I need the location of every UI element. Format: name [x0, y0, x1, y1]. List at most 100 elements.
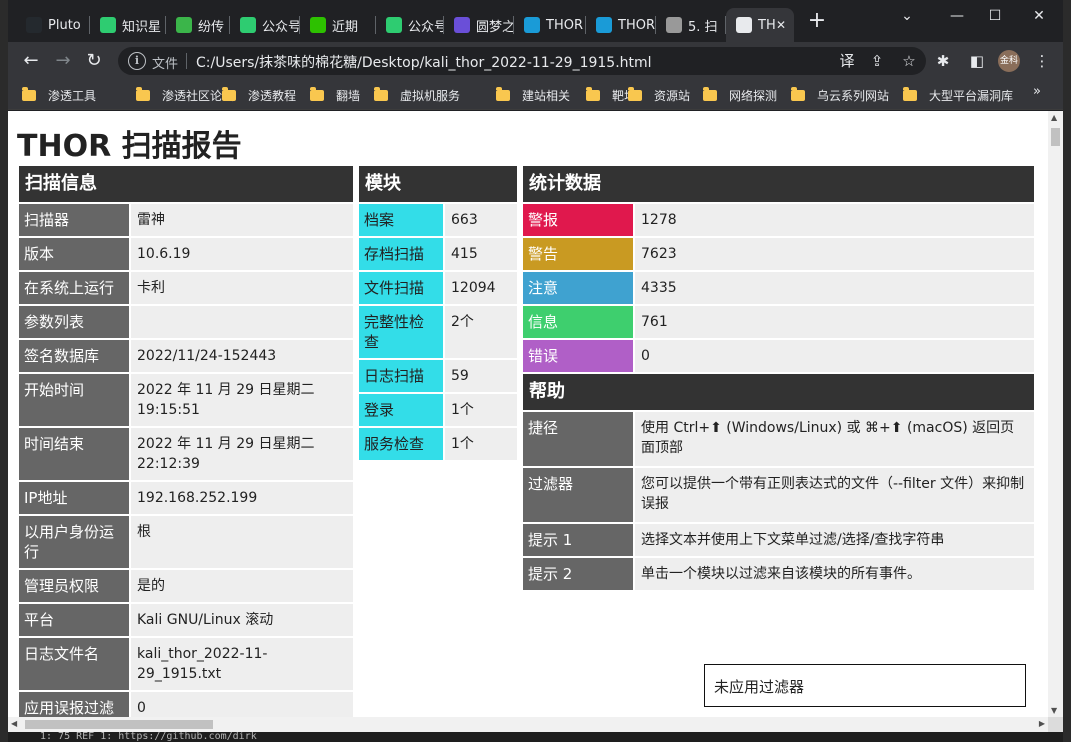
scan-info-value [131, 306, 353, 338]
browser-tab[interactable]: TH ✕ [726, 8, 794, 42]
scroll-thumb-horizontal[interactable] [25, 720, 213, 729]
tab-search-icon[interactable]: ⌄ [892, 6, 922, 26]
scroll-thumb[interactable] [1051, 128, 1060, 146]
module-name[interactable]: 日志扫描 [359, 360, 443, 392]
address-bar[interactable]: i 文件 C:/Users/抹茶味的棉花糖/Desktop/kali_thor_… [118, 47, 926, 75]
browser-tab[interactable]: THOR [514, 8, 586, 42]
browser-tab[interactable]: Pluto [16, 8, 90, 42]
maximize-button[interactable]: ☐ [980, 6, 1010, 26]
module-name[interactable]: 存档扫描 [359, 238, 443, 270]
scroll-down-icon[interactable]: ▼ [1051, 706, 1057, 715]
menu-icon[interactable]: ⋮ [1033, 52, 1051, 70]
divider [186, 53, 187, 69]
bookmark-item[interactable]: 渗透教程 [222, 85, 296, 105]
stat-level[interactable]: 注意 [523, 272, 633, 304]
browser-tab[interactable]: 圆梦之 [444, 8, 514, 42]
bookmark-item[interactable]: 建站相关 [496, 85, 570, 105]
browser-tab[interactable]: 5. 扫 [656, 8, 726, 42]
bookmark-item[interactable]: 虚拟机服务 [374, 85, 460, 105]
scan-info-key: 签名数据库 [19, 340, 129, 372]
url-text[interactable]: C:/Users/抹茶味的棉花糖/Desktop/kali_thor_2022-… [196, 52, 652, 72]
scan-info-row: IP地址 192.168.252.199 [19, 482, 353, 514]
module-name[interactable]: 完整性检查 [359, 306, 443, 358]
stat-level[interactable]: 错误 [523, 340, 633, 372]
horizontal-scrollbar[interactable]: ◀ ▶ [8, 717, 1048, 732]
translate-icon[interactable]: 译 [838, 52, 856, 70]
background-snippet: 1: 75 REF 1: https://github.com/dirk [40, 732, 257, 742]
scrollbar-corner [1048, 717, 1063, 732]
stat-row[interactable]: 注意 4335 [523, 272, 1034, 304]
modules-heading: 模块 [359, 166, 517, 202]
browser-tab[interactable]: THOR [586, 8, 656, 42]
module-name[interactable]: 登录 [359, 394, 443, 426]
module-row[interactable]: 文件扫描 12094 [359, 272, 517, 304]
module-row[interactable]: 档案 663 [359, 204, 517, 236]
browser-tab[interactable]: 近期 [300, 8, 376, 42]
minimize-button[interactable]: — [942, 6, 972, 26]
stat-row[interactable]: 信息 761 [523, 306, 1034, 338]
module-row[interactable]: 登录 1个 [359, 394, 517, 426]
scan-info-row: 时间结束 2022 年 11 月 29 日星期二 22:12:39 [19, 428, 353, 480]
forward-arrow-icon[interactable]: → [52, 50, 74, 72]
browser-tab[interactable]: 公众号 [230, 8, 300, 42]
scroll-right-icon[interactable]: ▶ [1039, 719, 1045, 728]
scan-info-value: 2022 年 11 月 29 日星期二 19:15:51 [131, 374, 353, 426]
tab-label: 5. 扫 [688, 19, 718, 35]
bookmark-item[interactable]: 大型平台漏洞库 [903, 85, 1013, 105]
stat-level[interactable]: 警报 [523, 204, 633, 236]
scan-info-key: 平台 [19, 604, 129, 636]
tab-label: TH [758, 17, 776, 33]
module-row[interactable]: 存档扫描 415 [359, 238, 517, 270]
fenchuan-icon [176, 17, 192, 33]
stat-row[interactable]: 警报 1278 [523, 204, 1034, 236]
scroll-up-icon[interactable]: ▲ [1051, 113, 1057, 122]
tab-label: Pluto [48, 17, 81, 33]
bookmark-item[interactable]: 网络探测 [703, 85, 777, 105]
stat-level[interactable]: 警告 [523, 238, 633, 270]
stat-level[interactable]: 信息 [523, 306, 633, 338]
module-row[interactable]: 服务检查 1个 [359, 428, 517, 460]
scan-info-value: 10.6.19 [131, 238, 353, 270]
browser-tab[interactable]: 公众号 [376, 8, 444, 42]
side-panel-icon[interactable]: ◧ [968, 52, 986, 70]
info-icon[interactable]: i [128, 52, 146, 70]
bookmark-label: 翻墙 [336, 88, 361, 103]
avatar[interactable]: 金科 [998, 50, 1020, 72]
back-arrow-icon[interactable]: ← [20, 50, 42, 72]
scan-info-row: 版本 10.6.19 [19, 238, 353, 270]
scroll-left-icon[interactable]: ◀ [11, 719, 17, 728]
bookmark-item[interactable]: 翻墙 [310, 85, 360, 105]
bookmark-item[interactable]: 渗透社区论坛 [136, 85, 234, 105]
star-icon[interactable]: ☆ [900, 52, 918, 70]
module-name[interactable]: 文件扫描 [359, 272, 443, 304]
bookmarks-more-button[interactable]: » [1033, 84, 1041, 99]
folder-icon [628, 86, 642, 101]
help-key: 提示 2 [523, 558, 633, 590]
extensions-icon[interactable]: ✱ [934, 52, 952, 70]
bookmark-item[interactable]: 乌云系列网站 [791, 85, 889, 105]
bookmark-label: 渗透工具 [48, 88, 97, 103]
browser-tab[interactable]: 纷传 [166, 8, 230, 42]
page-title: THOR 扫描报告 [17, 129, 242, 164]
filter-status-box[interactable]: 未应用过滤器 [704, 664, 1026, 707]
bookmark-item[interactable]: 渗透工具 [22, 85, 96, 105]
module-row[interactable]: 日志扫描 59 [359, 360, 517, 392]
module-name[interactable]: 服务检查 [359, 428, 443, 460]
close-window-button[interactable]: ✕ [1024, 6, 1054, 26]
module-row[interactable]: 完整性检查 2个 [359, 306, 517, 358]
module-name[interactable]: 档案 [359, 204, 443, 236]
stat-row[interactable]: 警告 7623 [523, 238, 1034, 270]
share-icon[interactable]: ⇪ [868, 52, 886, 70]
new-tab-button[interactable]: + [807, 10, 827, 32]
close-tab-icon[interactable]: ✕ [776, 18, 786, 32]
help-row: 过滤器 您可以提供一个带有正则表达式的文件（--filter 文件）来抑制误报 [523, 468, 1034, 522]
module-count: 59 [445, 360, 517, 392]
vertical-scrollbar[interactable]: ▲ ▼ [1048, 111, 1063, 717]
scan-info-row: 日志文件名 kali_thor_2022-11-29_1915.txt [19, 638, 353, 690]
stat-row[interactable]: 错误 0 [523, 340, 1034, 372]
reload-icon[interactable]: ↻ [83, 50, 105, 72]
bookmark-item[interactable]: 资源站 [628, 85, 690, 105]
browser-tab[interactable]: 知识星 [90, 8, 166, 42]
help-key: 过滤器 [523, 468, 633, 522]
folder-icon [903, 86, 917, 101]
